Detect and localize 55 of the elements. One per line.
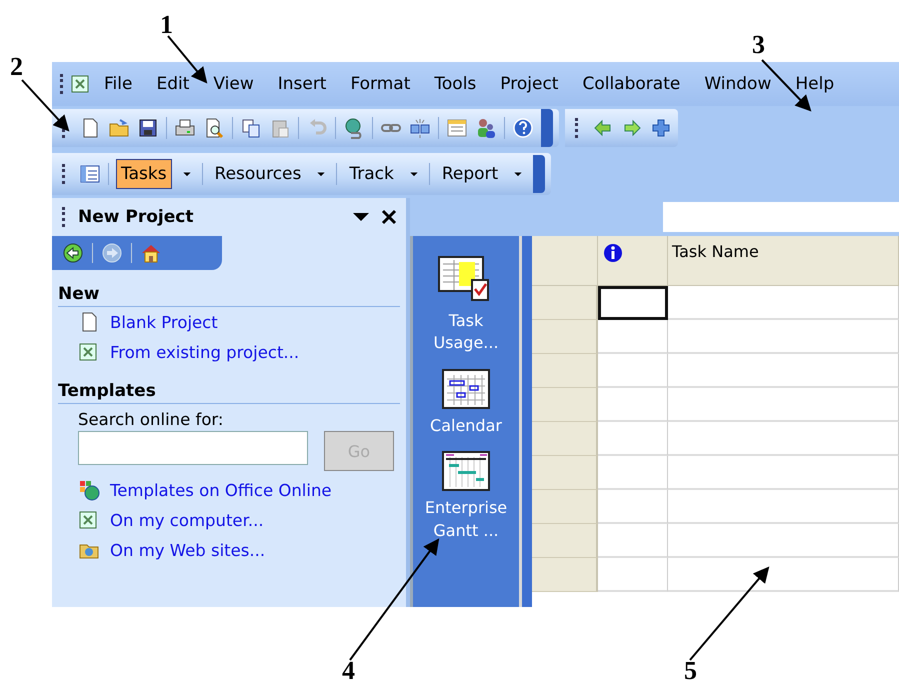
copy-icon[interactable] xyxy=(240,117,262,139)
pane-link[interactable]: Blank Project xyxy=(110,312,218,332)
menu-item[interactable]: Collaborate xyxy=(570,74,692,94)
view-tab[interactable]: Track xyxy=(344,159,399,189)
pane-link[interactable]: On my computer... xyxy=(110,510,264,530)
view-tab[interactable]: Report xyxy=(436,159,504,189)
menu-item[interactable]: Window xyxy=(692,74,784,94)
task-information-icon[interactable] xyxy=(446,117,468,139)
search-field[interactable] xyxy=(78,431,308,465)
broken-link-icon[interactable] xyxy=(409,117,431,139)
menu-item[interactable]: File xyxy=(92,74,144,94)
annotation-number: 3 xyxy=(752,30,765,60)
annotation-number: 4 xyxy=(342,656,355,685)
toolbar-options-button[interactable] xyxy=(533,155,546,193)
view-tab[interactable]: Tasks xyxy=(116,159,172,189)
help-icon[interactable] xyxy=(512,117,534,139)
pane-link[interactable]: Templates on Office Online xyxy=(110,480,332,500)
entry-field[interactable] xyxy=(663,202,899,232)
menu-item[interactable]: Project xyxy=(488,74,570,94)
task-pane-title: New Project xyxy=(78,207,194,227)
menu-item[interactable]: Format xyxy=(338,74,422,94)
annotation-number: 2 xyxy=(10,52,23,82)
table-cell[interactable] xyxy=(598,286,668,320)
pane-link[interactable]: On my Web sites... xyxy=(110,540,266,560)
menu-item[interactable]: View xyxy=(201,74,266,94)
menu-item[interactable]: Tools xyxy=(422,74,488,94)
annotation-arrow xyxy=(21,79,70,132)
view-bar-item[interactable]: Calendar xyxy=(418,414,514,438)
back-icon[interactable] xyxy=(62,242,84,264)
view-tab[interactable]: Resources xyxy=(210,159,306,189)
view-bar-item[interactable]: Task Usage... xyxy=(418,310,514,355)
select-all-cell[interactable] xyxy=(532,236,598,286)
calendar-icon xyxy=(442,368,490,409)
gantt-chart-icon xyxy=(442,451,490,492)
home-icon[interactable] xyxy=(140,242,162,264)
column-header[interactable] xyxy=(598,236,668,286)
pane-link[interactable]: From existing project... xyxy=(110,342,300,362)
open-folder-icon[interactable] xyxy=(108,117,130,139)
section-heading: New xyxy=(58,284,400,307)
save-icon[interactable] xyxy=(137,117,159,139)
info-icon[interactable] xyxy=(602,242,624,264)
section-heading: Templates xyxy=(58,381,400,404)
forward-icon[interactable] xyxy=(101,242,123,264)
view-bar-item[interactable]: Enterprise Gantt ... xyxy=(418,497,514,542)
plus-icon[interactable] xyxy=(650,117,672,139)
people-icon[interactable] xyxy=(475,117,497,139)
menu-item[interactable]: Help xyxy=(783,74,846,94)
column-header[interactable]: Task Name xyxy=(668,236,899,286)
list-view-icon[interactable] xyxy=(79,163,101,185)
annotation-number: 5 xyxy=(684,656,697,685)
annotation-number: 1 xyxy=(160,10,173,40)
search-label: Search online for: xyxy=(77,409,224,431)
menu-item[interactable]: Insert xyxy=(266,74,338,94)
globe-icon[interactable] xyxy=(78,479,100,501)
menu-item[interactable]: Edit xyxy=(144,74,202,94)
